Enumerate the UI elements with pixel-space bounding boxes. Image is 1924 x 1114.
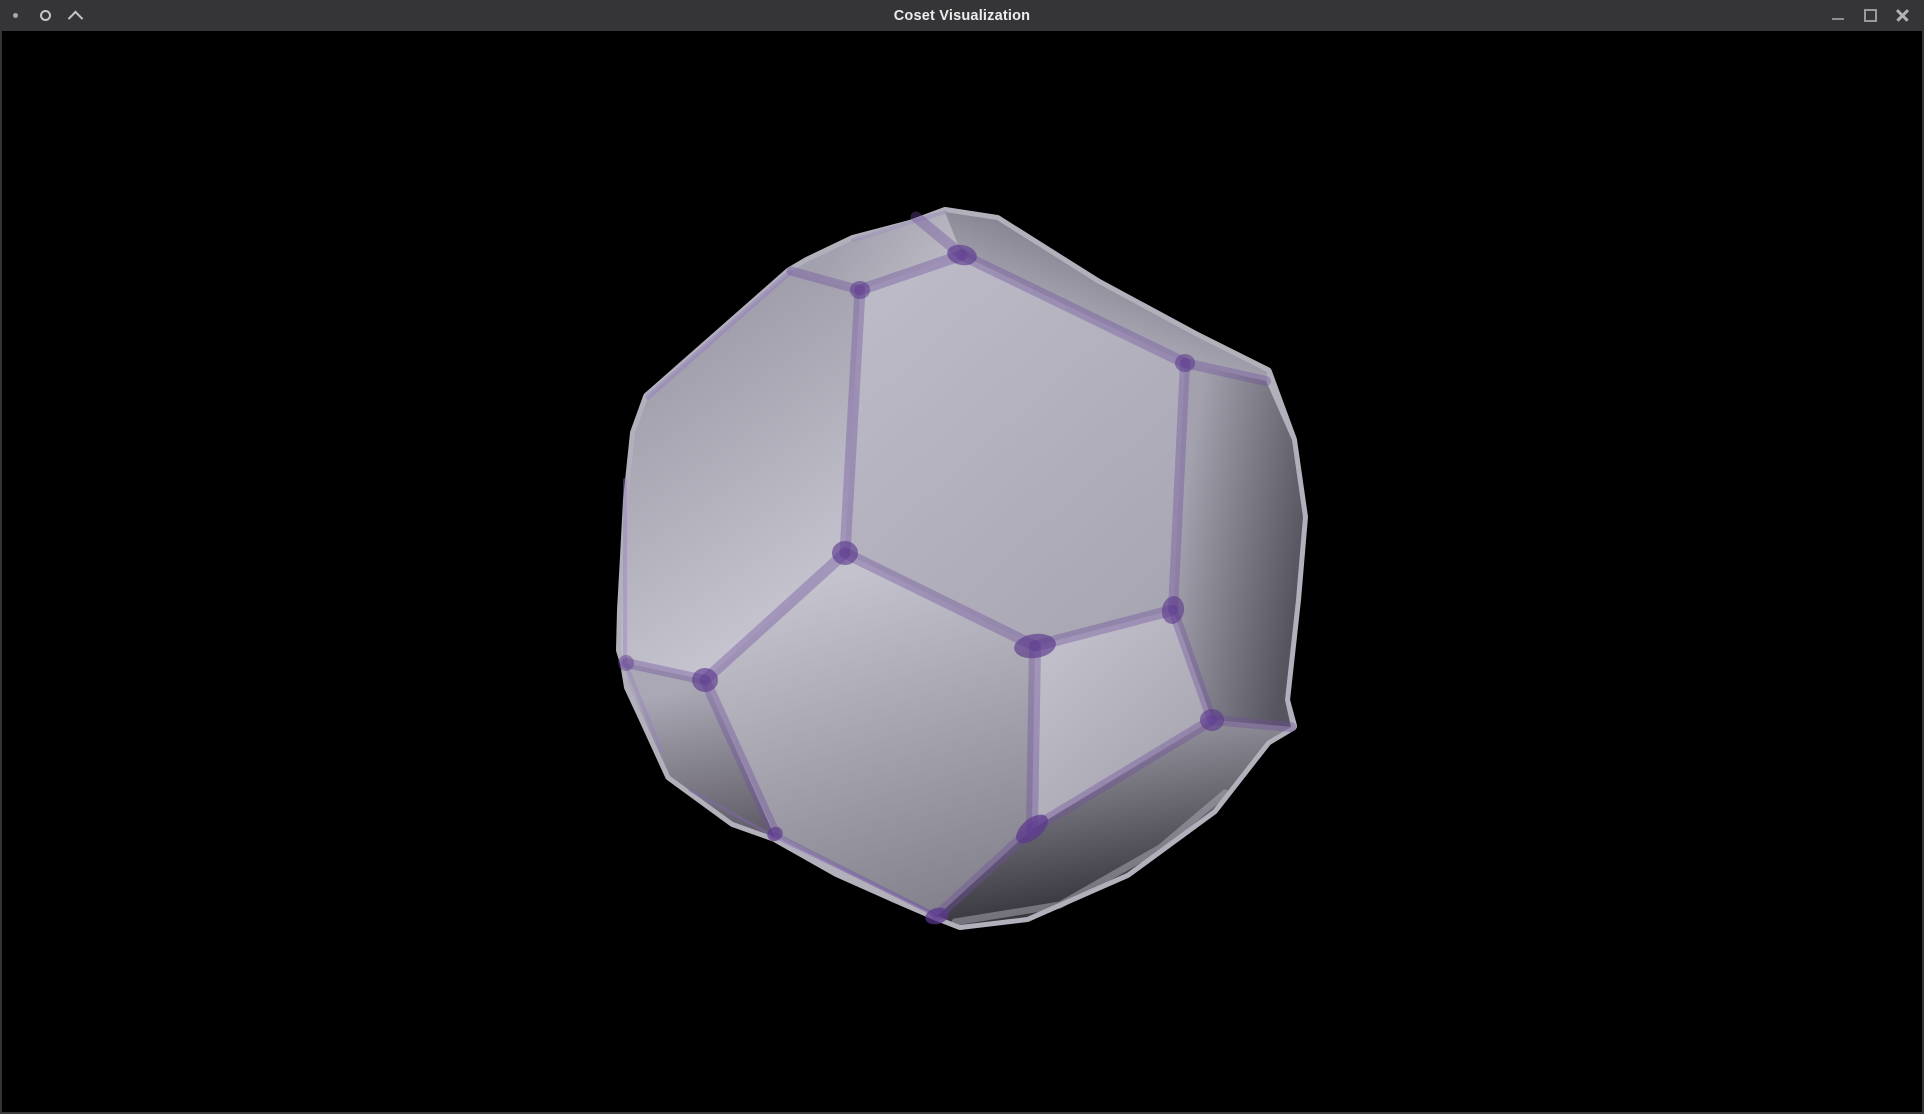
polyhedron-vertex	[692, 668, 718, 692]
chevron-up-icon[interactable]	[60, 0, 90, 31]
maximize-button[interactable]	[1854, 0, 1886, 31]
polyhedron-edge	[1032, 646, 1035, 829]
titlebar-left-icons	[0, 0, 90, 31]
polyhedron-vertex	[1175, 354, 1195, 372]
app-window: Coset Visualization	[0, 0, 1924, 1114]
titlebar: Coset Visualization	[0, 0, 1924, 31]
dot-icon[interactable]	[0, 0, 30, 31]
close-button[interactable]	[1886, 0, 1918, 31]
viewport-3d[interactable]	[0, 31, 1924, 1114]
window-title: Coset Visualization	[0, 8, 1924, 24]
window-controls	[1822, 0, 1918, 31]
polyhedron-canvas	[2, 31, 1922, 1112]
polyhedron-vertex	[832, 541, 858, 565]
polyhedron-vertex	[1200, 709, 1224, 731]
polyhedron-vertex	[618, 655, 634, 671]
polyhedron-vertex	[850, 281, 870, 299]
circle-icon[interactable]	[30, 0, 60, 31]
minimize-button[interactable]	[1822, 0, 1854, 31]
